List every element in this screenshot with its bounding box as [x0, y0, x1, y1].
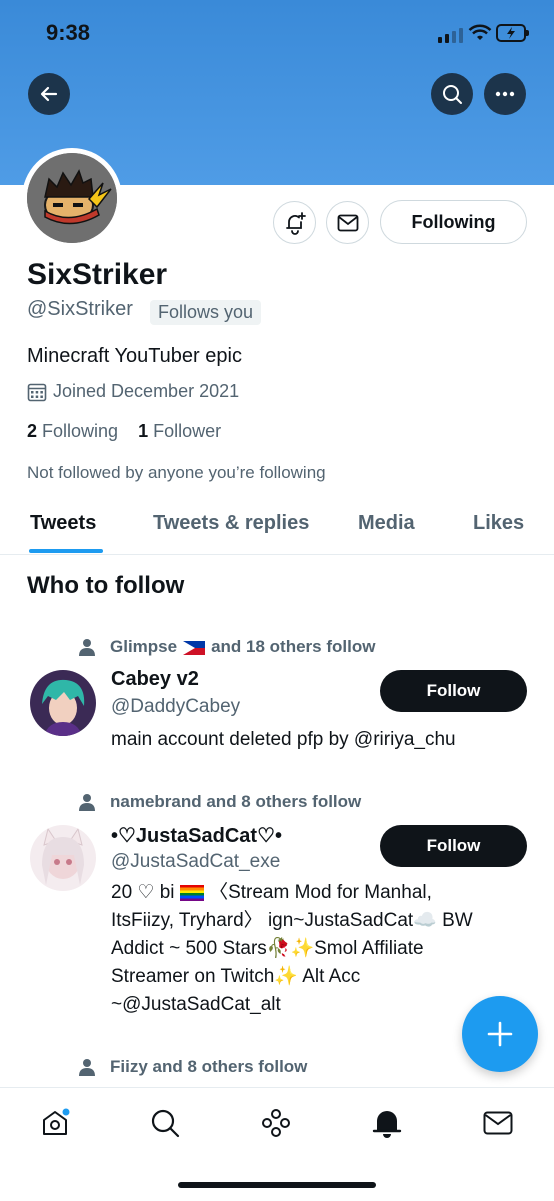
arrow-left-icon	[40, 86, 58, 102]
active-tab-indicator	[29, 549, 103, 553]
profile-name: SixStriker	[27, 258, 168, 291]
cellular-signal-icon	[438, 28, 463, 43]
home-icon	[43, 1108, 70, 1135]
mail-icon	[483, 1111, 513, 1135]
user-bio-line: ItsFiizy, Tryhard〉 ign~JustaSadCat☁️ BW	[111, 910, 473, 931]
nav-home[interactable]	[38, 1106, 72, 1140]
user-bio-line1-end: 〈Stream Mod for Manhal,	[209, 882, 432, 903]
social-context: Fiizy and 8 others follow	[78, 1057, 307, 1077]
calendar-icon	[27, 383, 47, 401]
follows-you-badge: Follows you	[150, 300, 262, 325]
who-to-follow-title: Who to follow	[27, 572, 185, 599]
follow-counts: 2 Following 1 Follower	[27, 421, 221, 442]
profile-bio: Minecraft YouTuber epic	[27, 345, 242, 367]
battery-icon	[496, 24, 529, 42]
person-icon	[79, 794, 95, 811]
following-label: Following	[42, 421, 119, 441]
message-button[interactable]	[326, 201, 369, 244]
following-button[interactable]: Following	[380, 200, 527, 244]
wifi-icon	[468, 24, 492, 40]
user-bio-line: Streamer on Twitch✨ Alt Acc	[111, 966, 361, 987]
person-icon	[79, 639, 95, 656]
spaces-icon	[262, 1109, 290, 1137]
profile-avatar[interactable]	[22, 148, 122, 248]
rainbow-flag-icon	[179, 884, 204, 901]
profile-handle: @SixStriker	[27, 298, 133, 320]
user-bio-line: ~@JustaSadCat_alt	[111, 994, 281, 1015]
joined-date: Joined December 2021	[27, 381, 239, 402]
user-handle: @DaddyCabey	[111, 696, 241, 717]
follower-count-link[interactable]: 1 Follower	[138, 421, 221, 441]
user-bio-line: Addict ~ 500 Stars🥀✨Smol Affiliate	[111, 938, 424, 959]
home-indicator	[178, 1182, 376, 1188]
philippines-flag-icon	[183, 640, 206, 655]
following-count: 2	[27, 421, 38, 441]
bell-plus-icon	[285, 211, 306, 235]
social-context-text: Fiizy and 8 others follow	[110, 1057, 308, 1076]
more-dots-icon	[495, 91, 515, 97]
user-bio-line: 20 ♡ bi 〈Stream Mod for Manhal,	[111, 879, 511, 907]
notifications-subscribe-button[interactable]	[273, 201, 316, 244]
more-options-button[interactable]	[484, 73, 526, 115]
search-icon	[151, 1109, 180, 1138]
nav-notifications[interactable]	[370, 1106, 404, 1140]
status-time: 9:38	[46, 20, 91, 45]
nav-search[interactable]	[148, 1106, 182, 1140]
user-bio-line1-start: 20 ♡ bi	[111, 882, 175, 903]
tab-tweets-replies[interactable]: Tweets & replies	[153, 512, 309, 535]
mail-icon	[337, 214, 358, 231]
social-context: namebrand and 8 others follow	[78, 792, 361, 812]
social-context-text: Glimpse and 18 others follow	[110, 637, 375, 657]
bell-icon	[372, 1111, 402, 1138]
social-context-text: namebrand and 8 others follow	[110, 792, 362, 811]
plus-icon	[487, 1021, 513, 1047]
user-bio: 20 ♡ bi 〈Stream Mod for Manhal, ItsFiizy…	[111, 879, 511, 1019]
search-icon	[443, 85, 462, 104]
person-icon	[79, 1059, 95, 1076]
profile-tabs: Tweets Tweets & replies Media Likes	[0, 500, 554, 555]
user-handle: @JustaSadCat_exe	[111, 851, 281, 872]
user-avatar[interactable]	[30, 825, 96, 891]
user-bio: main account deleted pfp by @ririya_chu	[111, 729, 456, 750]
following-count-link[interactable]: 2 Following	[27, 421, 118, 441]
compose-tweet-button[interactable]	[462, 996, 538, 1072]
user-name[interactable]: Cabey v2	[111, 668, 199, 691]
social-context-name: Glimpse	[110, 637, 178, 656]
follower-label: Follower	[153, 421, 222, 441]
mutual-followers-note: Not followed by anyone you’re following	[27, 463, 326, 482]
nav-messages[interactable]	[481, 1106, 515, 1140]
tab-media[interactable]: Media	[358, 512, 415, 535]
social-context-suffix: and 18 others follow	[211, 637, 376, 656]
tab-tweets[interactable]: Tweets	[30, 512, 96, 535]
joined-text: Joined December 2021	[53, 381, 240, 401]
follow-button[interactable]: Follow	[380, 825, 527, 867]
tab-likes[interactable]: Likes	[473, 512, 524, 535]
social-context: Glimpse and 18 others follow	[78, 637, 375, 657]
user-avatar[interactable]	[30, 670, 96, 736]
back-button[interactable]	[28, 73, 70, 115]
user-name[interactable]: •♡JustaSadCat♡•	[111, 823, 282, 848]
nav-spaces[interactable]	[259, 1106, 293, 1140]
follow-button[interactable]: Follow	[380, 670, 527, 712]
status-bar: 9:38	[0, 18, 554, 52]
avatar-image	[27, 153, 117, 243]
follower-count: 1	[138, 421, 149, 441]
search-button[interactable]	[431, 73, 473, 115]
